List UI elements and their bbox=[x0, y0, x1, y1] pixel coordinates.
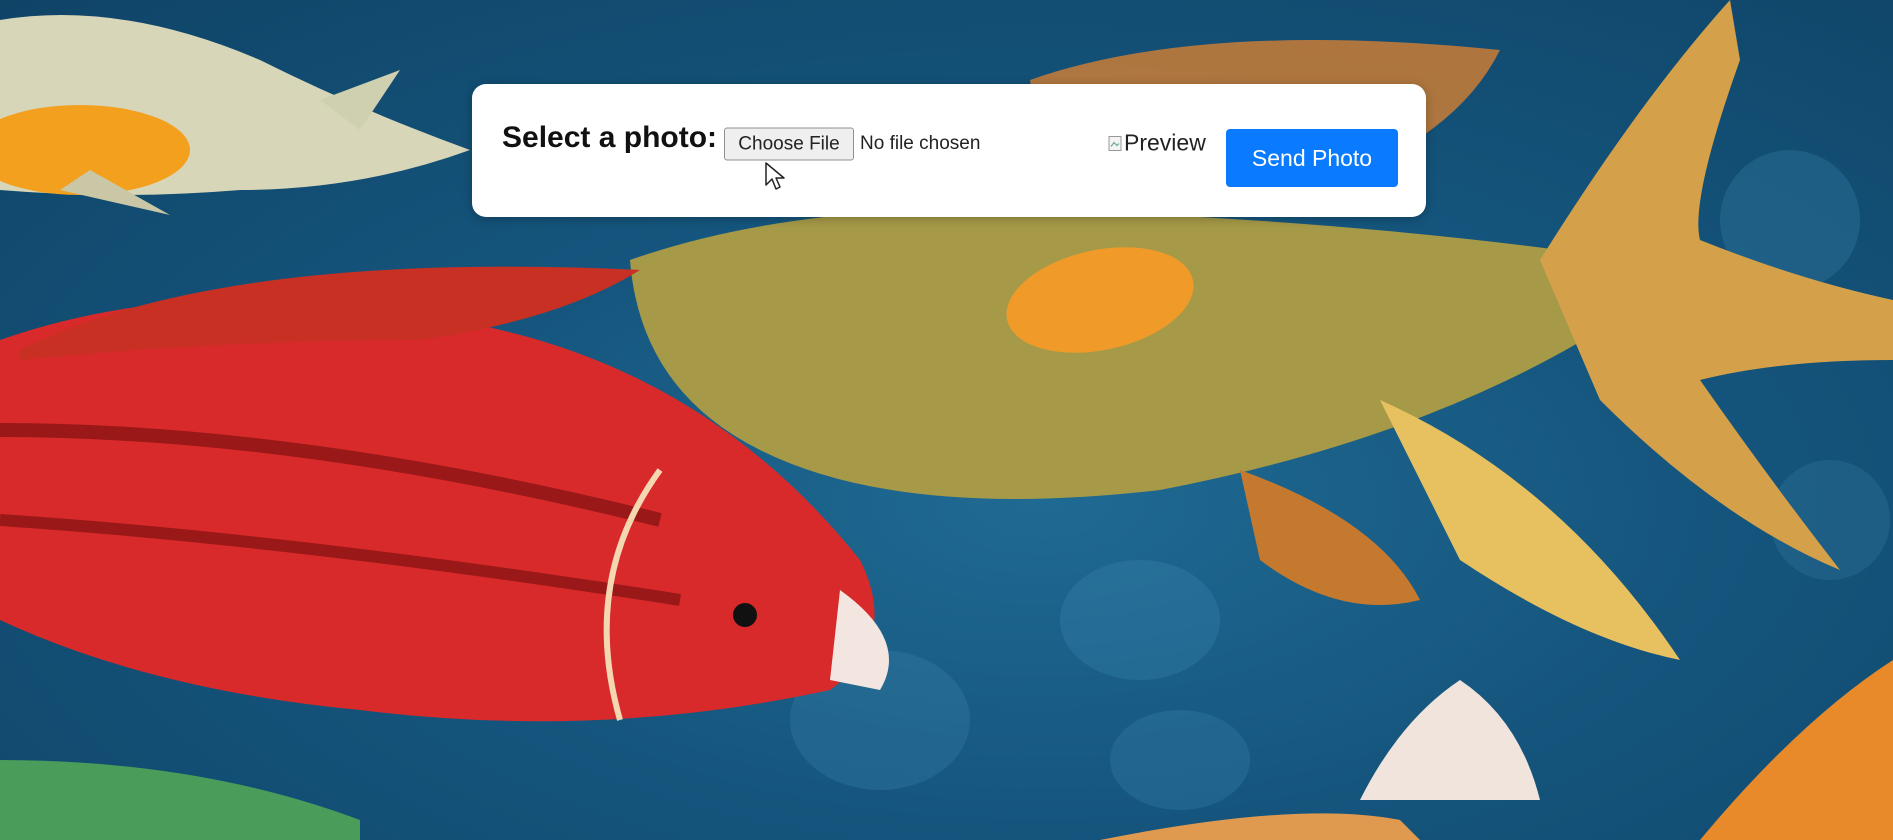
water-blotch bbox=[1110, 710, 1250, 810]
bottom-left-fish bbox=[0, 760, 360, 840]
red-fish-eye bbox=[733, 603, 757, 627]
choose-file-button[interactable]: Choose File bbox=[724, 127, 854, 161]
mouse-pointer-icon bbox=[765, 162, 785, 190]
send-photo-button[interactable]: Send Photo bbox=[1226, 129, 1398, 187]
golden-fish-lower-fin bbox=[1240, 470, 1420, 605]
preview-alt-text: Preview bbox=[1124, 129, 1206, 156]
bottom-middle-fin bbox=[1360, 680, 1540, 800]
file-status-text: No file chosen bbox=[860, 133, 981, 154]
select-photo-label: Select a photo: bbox=[502, 121, 718, 154]
broken-image-icon bbox=[1108, 135, 1122, 151]
water-blotch bbox=[1060, 560, 1220, 680]
bottom-right-fish bbox=[1700, 660, 1893, 840]
golden-fish-lower-fin-2 bbox=[1380, 400, 1680, 660]
upload-form-panel: Select a photo: Choose File No file chos… bbox=[472, 84, 1426, 217]
bottom-middle-fish bbox=[1100, 813, 1420, 840]
preview-image: Preview bbox=[1108, 130, 1206, 157]
background-scene: Select a photo: Choose File No file chos… bbox=[0, 0, 1893, 840]
